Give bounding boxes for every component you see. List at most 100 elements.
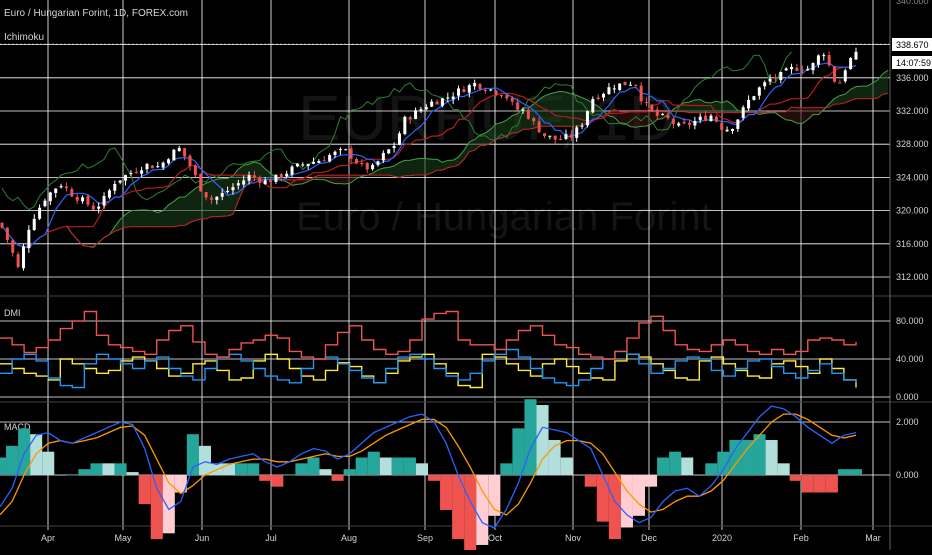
macd-histogram-bar <box>524 399 536 475</box>
candle-body <box>581 126 584 127</box>
kumo-cloud-segment <box>636 112 641 128</box>
candle-body <box>661 114 664 115</box>
candle-body <box>334 152 337 155</box>
candle-body <box>135 172 138 173</box>
price-tick-label: 316.000 <box>896 239 929 249</box>
dmi-tick-label: 80.000 <box>896 316 924 326</box>
x-tick-label: Apr <box>41 533 55 543</box>
candle-body <box>779 72 782 80</box>
candle-body <box>140 170 143 173</box>
candle-body <box>414 110 417 119</box>
candle-body <box>103 196 106 206</box>
kumo-cloud-segment <box>813 108 818 115</box>
candle-body <box>591 99 594 112</box>
candle-body <box>248 175 251 181</box>
dmi-panel-title: DMI <box>4 308 21 318</box>
kumo-cloud-segment <box>152 211 157 227</box>
kumo-cloud-segment <box>695 100 700 113</box>
candle-body <box>650 105 653 111</box>
candle-body <box>108 190 111 197</box>
symbol-title: Euro / Hungarian Forint, 1D, FOREX.com <box>4 8 188 19</box>
macd-histogram-bar <box>561 458 573 475</box>
candle-body <box>828 55 831 65</box>
candle-body <box>693 121 696 126</box>
macd-histogram-bar <box>778 463 790 475</box>
macd-histogram-bar <box>54 475 66 476</box>
candle-body <box>172 150 175 161</box>
candle-body <box>699 117 702 120</box>
chart-root: EURHUF, 1DEuro / Hungarian ForintAprMayJ… <box>0 0 932 550</box>
candle-body <box>688 123 691 125</box>
candle-body <box>715 117 718 122</box>
kumo-cloud-segment <box>335 175 340 183</box>
macd-histogram-bar <box>199 446 211 475</box>
candle-body <box>178 148 181 151</box>
candle-body <box>387 149 390 153</box>
macd-histogram-bar <box>235 463 247 475</box>
ichimoku-label: Ichimoku <box>4 32 44 43</box>
macd-histogram-bar <box>464 475 476 550</box>
kumo-cloud-segment <box>512 114 517 133</box>
candle-body <box>162 163 165 168</box>
kumo-cloud-segment <box>179 197 184 226</box>
macd-histogram-bar <box>259 475 271 481</box>
x-tick-label: May <box>114 533 132 543</box>
kumo-cloud-segment <box>410 159 415 176</box>
candle-body <box>430 102 433 107</box>
candle-body <box>124 175 127 181</box>
macd-histogram-bar <box>139 475 151 504</box>
candle-body <box>806 69 809 70</box>
candle-body <box>521 110 524 111</box>
candle-body <box>532 118 535 121</box>
candle-body <box>436 102 439 105</box>
candle-body <box>258 178 261 183</box>
candle-body <box>205 192 208 197</box>
candle-body <box>559 139 562 140</box>
chart-canvas: EURHUF, 1DEuro / Hungarian ForintAprMayJ… <box>0 0 932 550</box>
candle-body <box>731 129 734 131</box>
macd-histogram-bar <box>332 475 344 481</box>
candle-body <box>505 95 508 98</box>
candle-body <box>747 100 750 109</box>
candle-body <box>548 136 551 137</box>
dmi-tick-label: 40.000 <box>896 354 924 364</box>
candle-body <box>527 110 530 119</box>
candle-body <box>790 67 793 69</box>
candle-body <box>484 90 487 91</box>
candle-body <box>296 164 299 167</box>
candle-body <box>634 85 637 86</box>
candle-body <box>425 107 428 109</box>
candle-body <box>129 173 132 174</box>
candle-body <box>495 91 498 95</box>
candle-body <box>602 94 605 98</box>
kumo-cloud-segment <box>861 86 866 99</box>
candle-body <box>344 149 347 150</box>
macd-histogram-bar <box>66 475 78 476</box>
macd-histogram-bar <box>573 475 585 476</box>
macd-histogram-bar <box>319 469 331 475</box>
macd-histogram-bar <box>597 475 609 522</box>
candle-body <box>677 123 680 125</box>
candle-body <box>323 160 326 161</box>
macd-histogram-bar <box>669 452 681 475</box>
kumo-cloud-segment <box>883 70 888 94</box>
candle-body <box>17 254 20 267</box>
macd-histogram-bar <box>271 475 283 487</box>
candle-body <box>1 223 4 228</box>
candle-body <box>403 117 406 134</box>
macd-histogram-bar <box>585 475 597 487</box>
candle-body <box>645 102 648 103</box>
candle-body <box>307 164 310 166</box>
macd-histogram-bar <box>0 458 6 475</box>
candle-body <box>543 133 546 136</box>
candle-body <box>683 122 686 124</box>
macd-tick-label: 2.000 <box>896 417 919 427</box>
candle-body <box>613 88 616 89</box>
candle-body <box>393 146 396 148</box>
macd-histogram-bar <box>838 469 850 475</box>
candle-body <box>758 87 761 95</box>
candle-body <box>822 55 825 56</box>
kumo-cloud-segment <box>185 193 190 226</box>
macd-histogram-bar <box>512 428 524 475</box>
candle-body <box>264 180 267 184</box>
